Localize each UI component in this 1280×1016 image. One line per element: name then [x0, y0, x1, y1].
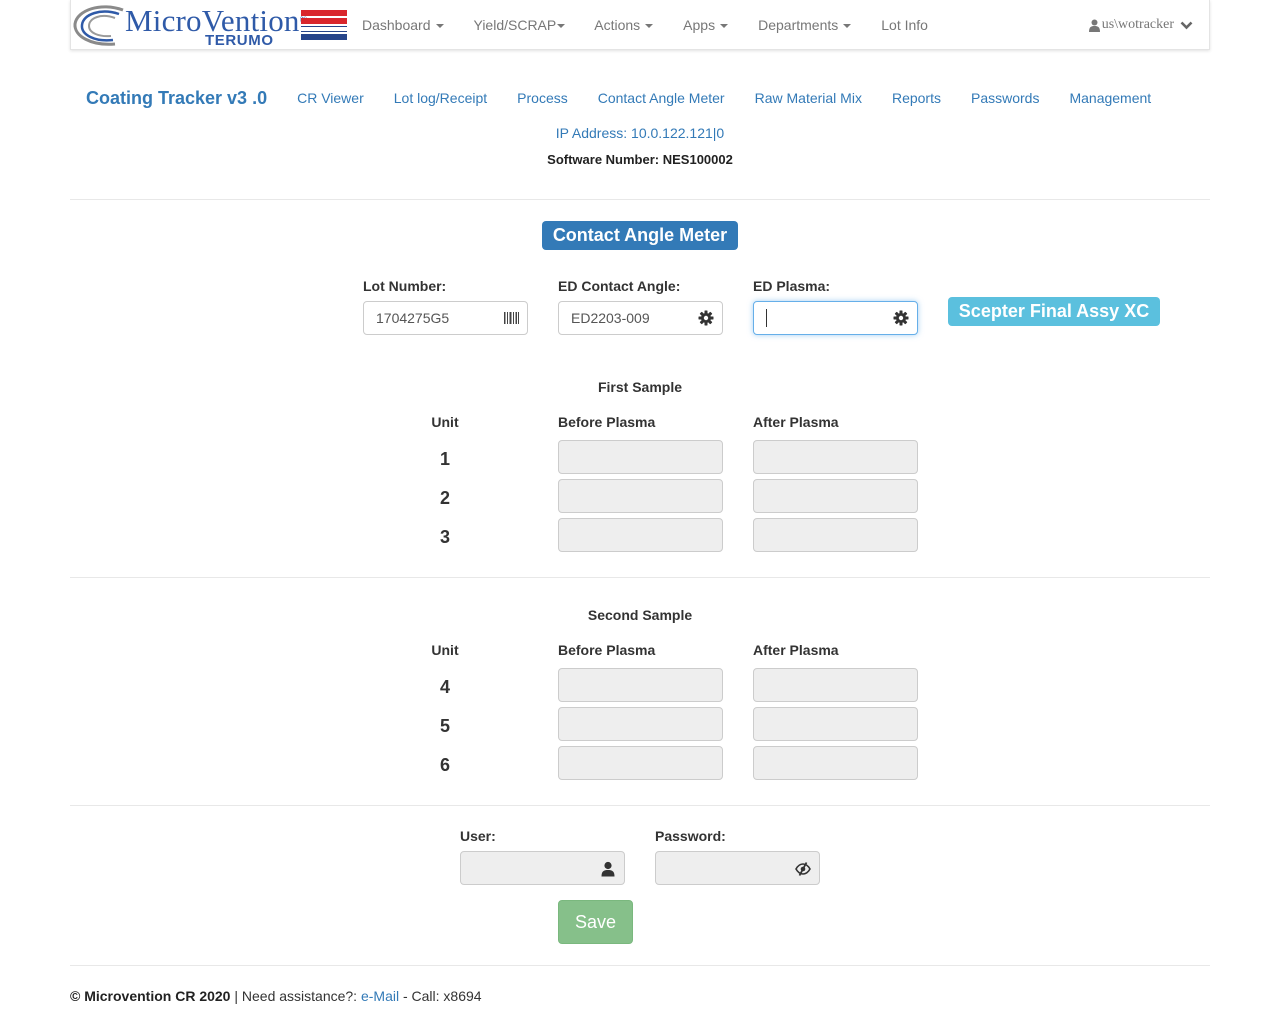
subnav-lot-log-receipt[interactable]: Lot log/Receipt [379, 90, 502, 106]
eye-slash-icon[interactable] [795, 861, 811, 877]
app-title[interactable]: Coating Tracker v3 .0 [70, 88, 282, 109]
after-plasma-input-unit-5[interactable] [753, 707, 918, 741]
password-label: Password: [655, 828, 726, 844]
top-navbar: MicroVention® TERUMO Dashboard Yield/SCR… [70, 0, 1210, 50]
unit-number: 6 [439, 755, 450, 775]
first-sample-title: First Sample [597, 379, 683, 395]
ed-plasma-label: ED Plasma: [753, 278, 831, 294]
gear-icon [893, 310, 909, 326]
after-plasma-column-header: After Plasma [753, 414, 839, 430]
after-plasma-input-unit-4[interactable] [753, 668, 918, 702]
password-input[interactable] [655, 851, 820, 885]
microvention-terumo-logo[interactable]: MicroVention® TERUMO [71, 2, 351, 49]
user-label: User: [460, 828, 496, 844]
unit-number: 3 [439, 527, 450, 547]
gear-icon [698, 310, 714, 326]
software-number: Software Number: NES100002 [547, 152, 733, 167]
nav-yield-scrap[interactable]: Yield/SCRAP [459, 0, 576, 50]
caret-down-icon [645, 24, 654, 29]
ed-contact-angle-input[interactable]: ED2203-009 [558, 301, 723, 335]
nav-lot-info-label: Lot Info [881, 17, 928, 33]
second-sample-title: Second Sample [587, 607, 693, 623]
before-plasma-column-header: Before Plasma [558, 642, 656, 658]
after-plasma-input-unit-3[interactable] [753, 518, 918, 552]
nav-dashboard[interactable]: Dashboard [347, 0, 459, 50]
product-badge: Scepter Final Assy XC [948, 297, 1160, 326]
after-plasma-input-unit-2[interactable] [753, 479, 918, 513]
subnav-reports[interactable]: Reports [877, 90, 956, 106]
before-plasma-input-unit-3[interactable] [558, 518, 723, 552]
user-icon [1088, 19, 1100, 32]
subnav-passwords[interactable]: Passwords [956, 90, 1054, 106]
app-subnav: Coating Tracker v3 .0 CR Viewer Lot log/… [70, 80, 1210, 116]
nav-actions-label: Actions [594, 17, 641, 33]
lot-number-input[interactable]: 1704275G5 [363, 301, 528, 335]
logo-sub-text: TERUMO [205, 32, 274, 49]
subnav-contact-angle-meter[interactable]: Contact Angle Meter [583, 90, 740, 106]
after-plasma-input-unit-1[interactable] [753, 440, 918, 474]
before-plasma-input-unit-5[interactable] [558, 707, 723, 741]
user-input[interactable] [460, 851, 625, 885]
unit-number: 4 [439, 677, 450, 697]
ed-plasma-input[interactable] [753, 301, 918, 335]
lot-number-label: Lot Number: [363, 278, 447, 294]
subnav-management[interactable]: Management [1054, 90, 1166, 106]
lot-number-value: 1704275G5 [376, 310, 450, 326]
nav-lot-info[interactable]: Lot Info [866, 0, 943, 50]
divider [70, 577, 1210, 578]
unit-column-header: Unit [431, 414, 459, 430]
text-cursor [766, 309, 767, 328]
divider [70, 199, 1210, 200]
before-plasma-input-unit-2[interactable] [558, 479, 723, 513]
subnav-cr-viewer[interactable]: CR Viewer [282, 90, 379, 106]
nav-menu: Dashboard Yield/SCRAP Actions Apps Depar… [347, 0, 943, 50]
subnav-raw-material-mix[interactable]: Raw Material Mix [740, 90, 877, 106]
footer: © Microvention CR 2020 | Need assistance… [70, 988, 482, 1004]
caret-down-icon [557, 24, 566, 29]
unit-number: 2 [439, 488, 450, 508]
ed-contact-angle-value: ED2203-009 [571, 310, 650, 326]
before-plasma-column-header: Before Plasma [558, 414, 656, 430]
before-plasma-input-unit-4[interactable] [558, 668, 723, 702]
nav-apps[interactable]: Apps [668, 0, 743, 50]
nav-apps-label: Apps [683, 17, 716, 33]
before-plasma-input-unit-6[interactable] [558, 746, 723, 780]
unit-column-header: Unit [431, 642, 459, 658]
nav-departments-label: Departments [758, 17, 839, 33]
footer-call-text: - Call: x8694 [399, 988, 482, 1004]
ip-address: IP Address: 10.0.122.121|0 [555, 125, 725, 141]
caret-down-icon [720, 24, 729, 29]
user-name: us\wotracker [1101, 17, 1174, 32]
subnav-process[interactable]: Process [502, 90, 583, 106]
ed-contact-angle-label: ED Contact Angle: [558, 278, 681, 294]
divider [70, 965, 1210, 966]
chevron-down-icon [1180, 21, 1193, 29]
logo-flag [301, 10, 347, 46]
after-plasma-input-unit-6[interactable] [753, 746, 918, 780]
user-icon [601, 861, 615, 877]
nav-yield-scrap-label: Yield/SCRAP [473, 17, 557, 33]
page-heading: Contact Angle Meter [542, 221, 738, 250]
footer-copyright: © Microvention CR 2020 [70, 988, 231, 1004]
nav-dashboard-label: Dashboard [362, 17, 431, 33]
before-plasma-input-unit-1[interactable] [558, 440, 723, 474]
footer-email-link[interactable]: e-Mail [361, 988, 399, 1004]
caret-down-icon [843, 24, 852, 29]
user-menu[interactable]: us\wotracker [1088, 0, 1195, 50]
divider [70, 805, 1210, 806]
footer-assistance-text: | Need assistance?: [230, 988, 361, 1004]
unit-number: 1 [439, 449, 450, 469]
save-button[interactable]: Save [558, 900, 633, 944]
unit-number: 5 [439, 716, 450, 736]
logo-swoosh-icon [73, 5, 124, 46]
barcode-icon [504, 312, 519, 324]
nav-actions[interactable]: Actions [575, 0, 668, 50]
after-plasma-column-header: After Plasma [753, 642, 839, 658]
nav-departments[interactable]: Departments [743, 0, 866, 50]
caret-down-icon [435, 24, 444, 29]
